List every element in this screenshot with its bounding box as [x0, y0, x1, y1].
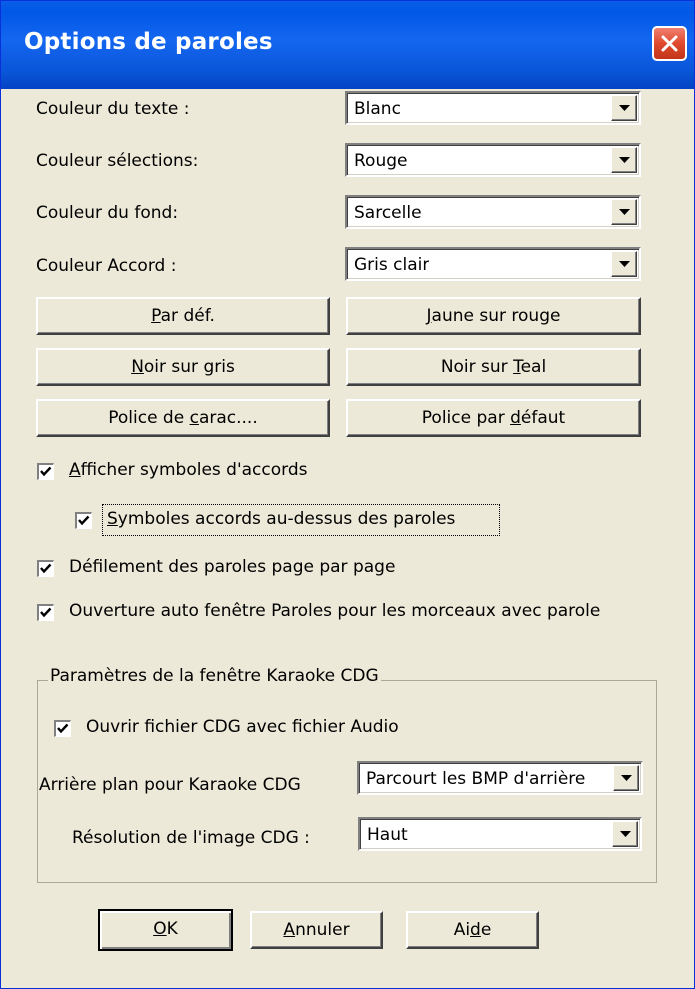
black-on-gray-button[interactable]: Noir sur gris	[36, 348, 330, 386]
chords-above-lyrics-label[interactable]: Symboles accords au-dessus des paroles	[107, 509, 455, 529]
cdg-resolution-select[interactable]: Haut	[358, 817, 642, 851]
font-button[interactable]: Police de carac....	[36, 399, 330, 437]
auto-open-lyrics-checkbox[interactable]	[37, 604, 54, 621]
dialog-title: Options de paroles	[24, 29, 273, 55]
chevron-down-icon	[619, 209, 630, 215]
button-label: Ai	[453, 920, 471, 940]
lyrics-options-dialog: Options de paroles Couleur du texte : Bl…	[0, 0, 695, 989]
chords-above-lyrics-checkbox[interactable]	[75, 512, 92, 529]
help-button[interactable]: Aide	[406, 911, 539, 949]
karaoke-background-select[interactable]: Parcourt les BMP d'arrière	[357, 761, 643, 795]
button-label: ar déf.	[160, 306, 215, 326]
cancel-button[interactable]: Annuler	[250, 911, 383, 949]
auto-open-lyrics-label[interactable]: Ouverture auto fenêtre Paroles pour les …	[69, 601, 655, 621]
dropdown-button[interactable]	[612, 821, 638, 847]
selection-color-label: Couleur sélections:	[36, 151, 199, 171]
selection-color-select[interactable]: Rouge	[345, 143, 641, 177]
karaoke-cdg-group-title: Paramètres de la fenêtre Karaoke CDG	[48, 666, 381, 686]
open-cdg-label[interactable]: Ouvrir fichier CDG avec fichier Audio	[86, 717, 399, 737]
button-label: Police de	[108, 408, 190, 428]
button-label: N	[131, 357, 144, 377]
background-color-label: Couleur du fond:	[36, 203, 179, 223]
yellow-on-red-button[interactable]: Jaune sur rouge	[346, 297, 641, 335]
page-scroll-label[interactable]: Défilement des paroles page par page	[69, 557, 395, 577]
checkmark-icon	[78, 515, 90, 526]
checkmark-icon	[40, 607, 52, 618]
chord-color-select[interactable]: Gris clair	[345, 247, 641, 281]
open-cdg-checkbox[interactable]	[54, 720, 71, 737]
button-label: e	[480, 920, 492, 940]
chord-color-label: Couleur Accord :	[36, 256, 177, 276]
show-chord-symbols-label[interactable]: Afficher symboles d'accords	[69, 460, 307, 480]
title-bar[interactable]: Options de paroles	[1, 1, 694, 89]
button-label: d	[510, 408, 521, 428]
button-label: Police par	[421, 408, 511, 428]
karaoke-background-value: Parcourt les BMP d'arrière	[366, 769, 586, 789]
dropdown-button[interactable]	[611, 147, 637, 173]
button-label: A	[283, 920, 296, 940]
button-label: P	[151, 306, 161, 326]
checkbox-label: ymboles accords au-dessus des paroles	[117, 509, 456, 529]
black-on-teal-button[interactable]: Noir sur Teal	[346, 348, 641, 386]
checkmark-icon	[40, 563, 52, 574]
button-label: c	[189, 408, 199, 428]
default-colors-button[interactable]: Par déf.	[36, 297, 330, 335]
text-color-value: Blanc	[354, 99, 401, 119]
show-chord-symbols-checkbox[interactable]	[37, 463, 54, 480]
ok-button[interactable]: OK	[98, 909, 233, 951]
checkmark-icon	[57, 723, 69, 734]
page-scroll-checkbox[interactable]	[37, 560, 54, 577]
selection-color-value: Rouge	[354, 151, 408, 171]
close-button[interactable]	[652, 26, 687, 61]
chevron-down-icon	[620, 831, 631, 837]
text-color-label: Couleur du texte :	[36, 99, 190, 119]
dropdown-button[interactable]	[611, 199, 637, 225]
button-label: nnuler	[295, 920, 350, 940]
checkbox-label: fficher symboles d'accords	[80, 460, 308, 480]
button-label: K	[166, 919, 178, 939]
chord-color-value: Gris clair	[354, 255, 430, 275]
default-font-button[interactable]: Police par défaut	[346, 399, 641, 437]
dropdown-button[interactable]	[611, 95, 637, 121]
dropdown-button[interactable]	[611, 251, 637, 277]
karaoke-background-label: Arrière plan pour Karaoke CDG	[39, 775, 301, 795]
chevron-down-icon	[621, 775, 632, 781]
button-label: aune sur rouge	[431, 306, 561, 326]
checkbox-label: S	[107, 509, 118, 529]
button-label: d	[470, 920, 481, 940]
checkmark-icon	[40, 466, 52, 477]
chevron-down-icon	[619, 261, 630, 267]
chevron-down-icon	[619, 157, 630, 163]
button-label: O	[153, 919, 167, 939]
button-label: éfaut	[520, 408, 566, 428]
checkbox-label: A	[69, 460, 81, 480]
background-color-value: Sarcelle	[354, 203, 422, 223]
dropdown-button[interactable]	[613, 765, 639, 791]
button-label: Noir sur	[440, 357, 514, 377]
cdg-resolution-value: Haut	[367, 825, 408, 845]
button-label: eal	[520, 357, 547, 377]
chevron-down-icon	[619, 105, 630, 111]
button-label: T	[513, 357, 521, 377]
cdg-resolution-label: Résolution de l'image CDG :	[72, 828, 310, 848]
background-color-select[interactable]: Sarcelle	[345, 195, 641, 229]
text-color-select[interactable]: Blanc	[345, 91, 641, 125]
button-label: oir sur gris	[143, 357, 235, 377]
button-label: arac....	[198, 408, 258, 428]
